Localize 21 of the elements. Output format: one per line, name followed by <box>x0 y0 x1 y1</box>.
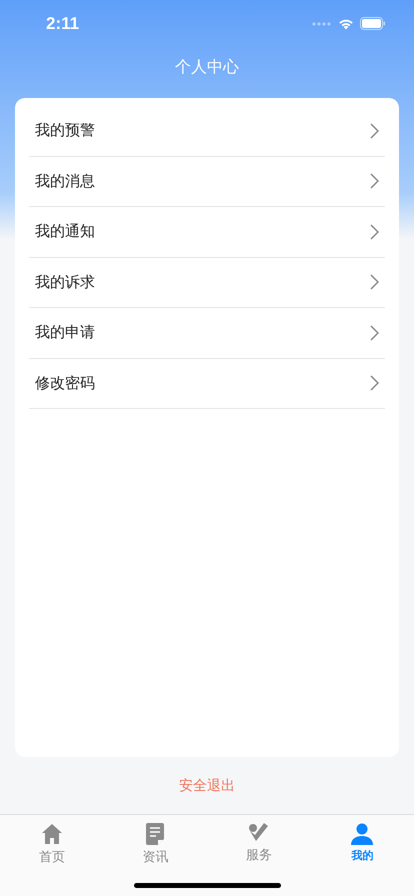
menu-item[interactable]: 我的诉求 <box>29 258 385 308</box>
home-icon <box>40 823 63 845</box>
menu-item[interactable]: 我的预警 <box>29 106 385 156</box>
menu-item[interactable]: 修改密码 <box>29 358 385 409</box>
chevron-icon <box>370 224 379 240</box>
battery-icon <box>360 17 386 30</box>
document-icon <box>146 823 164 845</box>
signal-icon <box>312 22 332 26</box>
chevron-icon <box>370 375 379 392</box>
menu-item[interactable]: 我的申请 <box>29 308 385 358</box>
person-icon <box>351 823 374 845</box>
menu-item[interactable]: 我的通知 <box>29 207 385 258</box>
chevron-icon <box>370 173 379 190</box>
wifi-icon <box>338 18 354 30</box>
chevron-icon <box>370 274 379 290</box>
check-icon <box>248 823 270 843</box>
status-time: 2:11 <box>46 14 80 34</box>
page-title: 个人中心 <box>175 56 239 78</box>
menu-item[interactable]: 我的消息 <box>29 156 385 207</box>
chevron-icon <box>370 324 379 341</box>
chevron-icon <box>370 122 379 139</box>
